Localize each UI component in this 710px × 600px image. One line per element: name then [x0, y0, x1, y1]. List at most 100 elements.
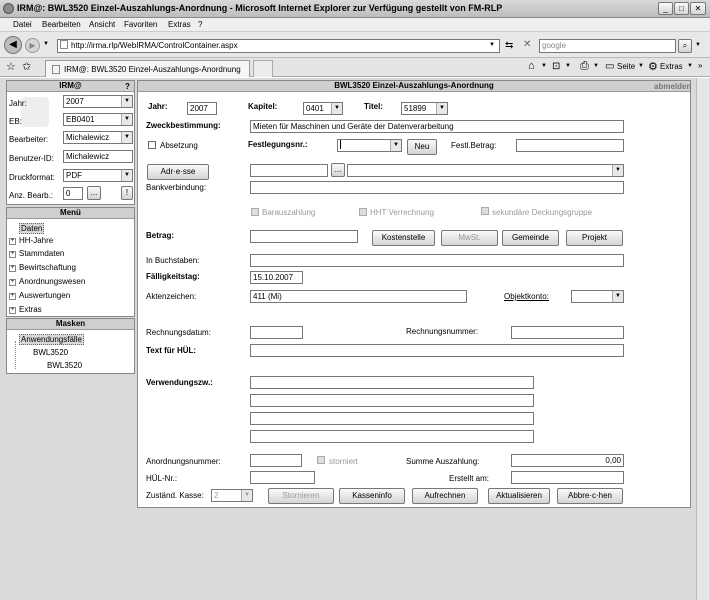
- anz-bearb-exec-button[interactable]: !: [121, 186, 133, 200]
- page-menu-icon[interactable]: ▭: [605, 61, 614, 72]
- page-scrollbar[interactable]: [696, 78, 709, 600]
- close-button[interactable]: ✕: [690, 2, 706, 15]
- forward-icon[interactable]: ▶: [25, 38, 40, 53]
- page-menu-dropdown-icon[interactable]: ▼: [638, 63, 644, 69]
- menu-item-auswertungen[interactable]: Auswertungen: [19, 291, 70, 300]
- expand-icon[interactable]: +: [9, 251, 16, 258]
- erstellt-input[interactable]: [511, 471, 624, 484]
- sekundaer-checkbox[interactable]: [481, 207, 489, 215]
- masken-item-bwl3520-sub[interactable]: BWL3520: [47, 361, 82, 370]
- barauszahlung-checkbox[interactable]: [251, 208, 259, 216]
- new-tab-button[interactable]: [253, 60, 273, 77]
- tools-dropdown-icon[interactable]: ▼: [687, 63, 693, 69]
- adresse-select[interactable]: ▼: [347, 164, 624, 177]
- menu-item-stammdaten[interactable]: Stammdaten: [19, 249, 64, 258]
- add-favorites-icon[interactable]: ✩: [22, 60, 31, 73]
- maximize-button[interactable]: □: [674, 2, 689, 15]
- jahr-select[interactable]: 2007 ▼: [63, 95, 133, 108]
- adresse-lookup-button[interactable]: ...: [331, 163, 345, 177]
- tab-current[interactable]: IRM@: BWL3520 Einzel-Auszahlungs-Anordnu…: [45, 60, 250, 77]
- text-hul-input[interactable]: [250, 344, 624, 357]
- kasseninfo-button[interactable]: Kasseninfo: [339, 488, 405, 504]
- projekt-button[interactable]: Projekt: [566, 230, 623, 246]
- benutzer-input[interactable]: Michalewicz: [63, 150, 133, 163]
- feeds-icon[interactable]: ⊡: [552, 61, 560, 72]
- festl-betrag-input[interactable]: [516, 139, 624, 152]
- expand-icon[interactable]: +: [9, 307, 16, 314]
- masken-item-anwendungsfaelle[interactable]: Anwendungsfälle: [19, 334, 84, 345]
- expand-icon[interactable]: +: [9, 238, 16, 245]
- more-icon[interactable]: »: [698, 61, 702, 70]
- adresse-button[interactable]: Adr·e·sse: [147, 164, 209, 180]
- feeds-dropdown-icon[interactable]: ▼: [565, 63, 571, 69]
- refresh-icon[interactable]: ⇆: [505, 40, 513, 51]
- objektkonto-select[interactable]: ▼: [571, 290, 624, 303]
- menu-item-hh-jahre[interactable]: HH-Jahre: [19, 236, 53, 245]
- menu-item-bewirtschaftung[interactable]: Bewirtschaftung: [19, 263, 76, 272]
- masken-item-bwl3520[interactable]: BWL3520: [33, 348, 68, 357]
- search-input[interactable]: google: [539, 39, 676, 53]
- storniert-checkbox[interactable]: [317, 456, 325, 464]
- eb-select[interactable]: EB0401 ▼: [63, 113, 133, 126]
- zweck-input[interactable]: Mieten für Maschinen und Geräte der Date…: [250, 120, 624, 133]
- menu-item-extras[interactable]: Extras: [19, 305, 42, 314]
- menu-extras[interactable]: Extras: [168, 20, 191, 29]
- buchstaben-input[interactable]: [250, 254, 624, 267]
- summe-input[interactable]: 0,00: [511, 454, 624, 467]
- rechnungsdatum-input[interactable]: [250, 326, 303, 339]
- search-dropdown-icon[interactable]: ▼: [695, 42, 701, 48]
- address-input[interactable]: http://irma.rlp/WebIRMA/ControlContainer…: [57, 39, 500, 53]
- stop-icon[interactable]: ✕: [523, 39, 531, 50]
- gemeinde-button[interactable]: Gemeinde: [502, 230, 559, 246]
- print-dropdown-icon[interactable]: ▼: [593, 63, 599, 69]
- bankverbindung-input[interactable]: [250, 181, 624, 194]
- verwendung-line-3[interactable]: [250, 412, 534, 425]
- menu-ansicht[interactable]: Ansicht: [89, 20, 115, 29]
- jahr-input[interactable]: 2007: [187, 102, 217, 115]
- druckformat-select[interactable]: PDF ▼: [63, 169, 133, 182]
- menu-item-daten[interactable]: Daten: [19, 223, 45, 234]
- hht-checkbox[interactable]: [359, 208, 367, 216]
- back-icon[interactable]: ◀: [4, 36, 22, 54]
- page-menu[interactable]: Seite: [617, 62, 635, 71]
- search-icon[interactable]: ⌕: [678, 39, 692, 53]
- tools-menu[interactable]: Extras: [660, 62, 683, 71]
- address-dropdown-icon[interactable]: ▼: [489, 42, 495, 48]
- menu-favoriten[interactable]: Favoriten: [124, 20, 157, 29]
- festlegung-select[interactable]: ▼: [337, 139, 402, 152]
- aktualisieren-button[interactable]: Aktualisieren: [488, 488, 550, 504]
- verwendung-line-2[interactable]: [250, 394, 534, 407]
- rechnungsnummer-input[interactable]: [511, 326, 624, 339]
- betrag-input[interactable]: [250, 230, 358, 243]
- hul-nr-input[interactable]: [250, 471, 315, 484]
- home-icon[interactable]: ⌂: [528, 60, 535, 72]
- abmelden-link[interactable]: abmelden: [654, 82, 691, 91]
- menu-bearbeiten[interactable]: Bearbeiten: [42, 20, 81, 29]
- kapitel-select[interactable]: 0401 ▼: [303, 102, 343, 115]
- adresse-id-input[interactable]: [250, 164, 328, 177]
- expand-icon[interactable]: +: [9, 293, 16, 300]
- anz-bearb-lookup-button[interactable]: ...: [87, 186, 101, 200]
- kasse-select[interactable]: 2 ▼: [211, 489, 253, 502]
- absetzung-checkbox[interactable]: [148, 141, 156, 149]
- expand-icon[interactable]: +: [9, 279, 16, 286]
- bearbeiter-select[interactable]: Michalewicz ▼: [63, 131, 133, 144]
- menu-help[interactable]: ?: [198, 20, 202, 29]
- faellig-input[interactable]: 15.10.2007: [250, 271, 303, 284]
- kostenstelle-button[interactable]: Kostenstelle: [372, 230, 435, 246]
- expand-icon[interactable]: +: [9, 265, 16, 272]
- home-dropdown-icon[interactable]: ▼: [541, 63, 547, 69]
- aufrechnen-button[interactable]: Aufrechnen: [412, 488, 478, 504]
- nav-dropdown-icon[interactable]: ▼: [43, 41, 49, 47]
- anz-bearb-input[interactable]: 0: [63, 187, 83, 200]
- verwendung-line-4[interactable]: [250, 430, 534, 443]
- menu-item-anordnungswesen[interactable]: Anordnungswesen: [19, 277, 85, 286]
- minimize-button[interactable]: _: [658, 2, 673, 15]
- tools-gear-icon[interactable]: ⚙: [648, 60, 658, 73]
- neu-button[interactable]: Neu: [407, 139, 437, 155]
- left-help-button[interactable]: ?: [125, 82, 130, 91]
- verwendung-line-1[interactable]: [250, 376, 534, 389]
- stornieren-button[interactable]: Stornieren: [268, 488, 334, 504]
- menu-datei[interactable]: Datei: [13, 20, 32, 29]
- titel-select[interactable]: 51899 ▼: [401, 102, 448, 115]
